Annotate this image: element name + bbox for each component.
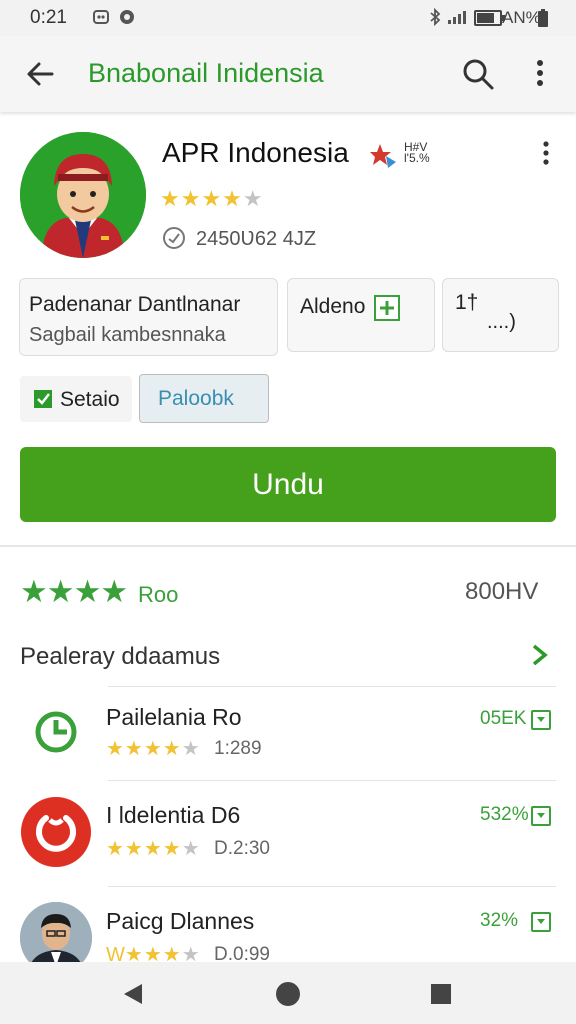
downloads-icon	[162, 226, 186, 255]
list-item[interactable]: I ldelentia D6 ★★★★★ D.2:30 532%	[0, 784, 576, 884]
list-item-meta: 1:289	[214, 738, 262, 759]
share-icon[interactable]	[370, 142, 398, 175]
developer-card[interactable]: Padenanar Dantlnanar Sagbail kambesnnaka	[19, 278, 278, 356]
list-item-rating: ★★★★★	[106, 738, 200, 760]
install-button[interactable]: Undu	[20, 447, 556, 522]
status-bar: 0:21 AN%	[0, 0, 576, 36]
nav-recents-icon[interactable]	[431, 984, 451, 1009]
empty-star-icon: ★	[242, 186, 264, 211]
list-item-title: I ldelentia D6	[106, 802, 241, 828]
list-item-rating: ★★★★★	[106, 838, 200, 860]
app-icon	[20, 132, 146, 258]
chip-paloobk-label: Paloobk	[158, 387, 234, 410]
list-item-size: 532%	[480, 804, 529, 825]
section-title: Pealeray ddaamus	[20, 643, 221, 670]
summary-stars: ★★★★	[20, 574, 128, 609]
overflow-menu-icon[interactable]	[526, 56, 554, 92]
section-divider	[0, 545, 576, 547]
list-item-size: 05EK	[480, 708, 527, 729]
chevron-right-icon[interactable]	[528, 642, 552, 673]
app-badge-line2: l'5.%	[404, 151, 430, 165]
content-rating-card[interactable]: Aldeno	[287, 278, 435, 352]
system-nav-bar	[0, 962, 576, 1024]
add-icon	[374, 295, 400, 326]
status-time: 0:21	[30, 7, 67, 28]
settings-status-icon	[118, 8, 136, 31]
nav-back-icon[interactable]	[122, 982, 144, 1011]
app-overflow-menu-icon[interactable]	[532, 140, 560, 173]
app-toolbar: Bnabonail Inidensia	[0, 36, 576, 112]
chip-setaio-label: Setaio	[60, 388, 120, 411]
developer-subtitle: Sagbail kambesnnaka	[29, 324, 226, 346]
chip-paloobk[interactable]: Paloobk	[139, 374, 269, 423]
app-rating-stars: ★★★★★	[160, 186, 264, 211]
bluetooth-icon	[428, 7, 442, 31]
download-icon[interactable]	[531, 710, 551, 730]
content-rating-label: Aldeno	[300, 295, 366, 318]
toolbar-title: Bnabonail Inidensia	[88, 58, 324, 88]
chip-setaio[interactable]: Setaio	[20, 376, 132, 422]
app-name: APR Indonesia	[162, 137, 349, 168]
more-info-top: 1†	[455, 291, 479, 314]
row-divider	[108, 886, 556, 887]
download-icon[interactable]	[531, 806, 551, 826]
back-arrow-icon[interactable]	[22, 56, 58, 92]
app-downloads: 2450Ʋ62 4JZ	[196, 228, 317, 250]
signal-icon	[447, 8, 469, 31]
app-badge-text: H#V l'5.%	[404, 141, 430, 165]
summary-count: 800HV	[465, 578, 539, 605]
list-item-title: Pailelania Ro	[106, 704, 242, 730]
list-item-meta: D.2:30	[214, 838, 270, 859]
checkbox-icon	[34, 390, 52, 413]
row-divider	[108, 780, 556, 781]
clock-icon	[34, 710, 78, 759]
developer-title: Padenanar Dantlnanar	[29, 293, 241, 316]
download-icon[interactable]	[531, 912, 551, 932]
search-icon[interactable]	[460, 56, 496, 92]
power-icon	[20, 796, 92, 873]
list-item[interactable]: Pailelania Ro ★★★★★ 1:289 05EK	[0, 690, 576, 780]
battery-full-icon	[537, 8, 549, 33]
nav-home-icon[interactable]	[275, 981, 301, 1012]
notification-icon	[92, 8, 110, 31]
list-item-size: 32%	[480, 910, 519, 931]
summary-rating-label: Roo	[138, 582, 179, 607]
battery-label: AN%	[502, 8, 541, 27]
list-item[interactable]: Paicg Dlannes W★★★★ D.0:99 32%	[0, 890, 576, 974]
list-item-title: Paicg Dlannes	[106, 908, 255, 934]
battery-icon	[474, 10, 505, 26]
row-divider	[108, 686, 556, 687]
more-info-card[interactable]: 1† ....)	[442, 278, 559, 352]
more-info-bottom: ....)	[487, 311, 516, 333]
